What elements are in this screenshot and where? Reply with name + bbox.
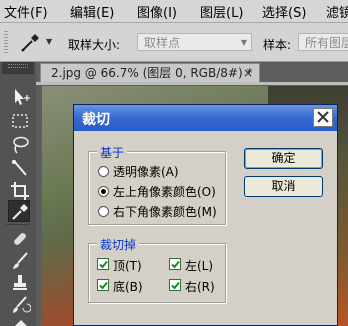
checkbox-top-label[interactable]: 顶(T) xyxy=(113,257,142,274)
dialog-close-button[interactable] xyxy=(313,108,333,127)
toolbox-divider xyxy=(6,224,30,225)
close-icon xyxy=(317,111,329,123)
checkmark-icon xyxy=(99,281,108,290)
menu-filter[interactable]: 滤镜 xyxy=(326,2,348,21)
checkbox-top[interactable] xyxy=(97,258,109,270)
dialog-title: 裁切 xyxy=(82,112,110,128)
checkbox-left[interactable] xyxy=(169,258,181,270)
menu-image[interactable]: 图像(I) xyxy=(137,2,177,21)
trim-away-group: 裁切掉 顶(T) 左(L) 底(B) 右(R) xyxy=(88,236,226,303)
sample-size-value: 取样点 xyxy=(144,36,181,50)
crop-icon xyxy=(11,182,29,200)
eyedropper-icon xyxy=(12,204,28,220)
menu-layer[interactable]: 图层(L) xyxy=(200,2,243,21)
healing-brush-icon xyxy=(14,233,26,245)
document-tab[interactable]: 2.jpg @ 66.7% (图层 0, RGB/8#) * × xyxy=(40,63,260,83)
healing-brush-tool[interactable] xyxy=(9,228,31,250)
clone-stamp-icon xyxy=(13,275,27,290)
checkmark-icon xyxy=(99,260,108,269)
document-tab-close-icon[interactable]: × xyxy=(243,64,253,82)
sample-value: 所有图层 xyxy=(305,36,348,50)
menu-edit[interactable]: 编辑(E) xyxy=(70,2,114,21)
radio-top-left-pixel-color-label[interactable]: 左上角像素颜色(O) xyxy=(113,183,216,200)
chevron-down-icon: ▼ xyxy=(46,37,53,46)
sample-label: 样本: xyxy=(263,38,292,52)
checkmark-icon xyxy=(171,281,180,290)
quick-select-tool[interactable] xyxy=(9,158,31,180)
eraser-tool[interactable] xyxy=(9,314,31,326)
marquee-tool[interactable] xyxy=(9,110,31,132)
cancel-button[interactable]: 取消 xyxy=(244,176,323,197)
menu-select[interactable]: 选择(S) xyxy=(262,2,306,21)
eyedropper-tool[interactable] xyxy=(8,200,30,222)
trim-away-label: 裁切掉 xyxy=(97,236,140,253)
sample-size-label: 取样大小: xyxy=(68,38,121,52)
move-tool[interactable] xyxy=(9,86,31,108)
checkbox-right-label[interactable]: 右(R) xyxy=(185,278,215,295)
toolbox-header[interactable] xyxy=(2,62,34,74)
radio-top-left-pixel-color[interactable] xyxy=(98,186,109,197)
ok-button[interactable]: 确定 xyxy=(244,148,323,169)
checkbox-right[interactable] xyxy=(169,279,181,291)
checkbox-left-label[interactable]: 左(L) xyxy=(185,257,213,274)
chevron-down-icon: ▼ xyxy=(240,38,247,47)
radio-transparent-pixels-label[interactable]: 透明像素(A) xyxy=(113,163,179,180)
history-brush-icon xyxy=(13,296,32,313)
checkmark-icon xyxy=(171,260,180,269)
options-bar: ▼ 取样大小: 取样点 ▼ 样本: 所有图层 xyxy=(0,23,348,62)
eraser-icon xyxy=(15,320,27,326)
radio-bottom-right-pixel-color-label[interactable]: 右下角像素颜色(M) xyxy=(113,203,217,220)
sample-size-select[interactable]: 取样点 ▼ xyxy=(137,33,252,51)
move-icon xyxy=(15,89,30,105)
brush-icon xyxy=(13,252,28,269)
crop-tool[interactable] xyxy=(9,180,31,202)
history-brush-tool[interactable] xyxy=(9,294,32,316)
lasso-icon xyxy=(13,136,29,154)
eyedropper-icon xyxy=(21,34,39,52)
options-bar-grip[interactable] xyxy=(4,31,8,55)
document-tab-title: 2.jpg @ 66.7% (图层 0, RGB/8#) * xyxy=(51,66,253,80)
radio-transparent-pixels[interactable] xyxy=(98,166,109,177)
dialog-title-bar[interactable]: 裁切 xyxy=(74,105,337,131)
based-on-group: 基于 透明像素(A) 左上角像素颜色(O) 右下角像素颜色(M) xyxy=(88,144,226,225)
sample-select[interactable]: 所有图层 xyxy=(298,33,348,51)
based-on-label: 基于 xyxy=(97,144,128,161)
lasso-tool[interactable] xyxy=(9,134,31,156)
menu-file[interactable]: 文件(F) xyxy=(4,2,48,21)
checkbox-bottom-label[interactable]: 底(B) xyxy=(113,278,143,295)
tab-bar-edge xyxy=(36,82,348,85)
marquee-icon xyxy=(12,114,28,128)
radio-bottom-right-pixel-color[interactable] xyxy=(98,206,109,217)
brush-tool[interactable] xyxy=(9,250,31,272)
trim-dialog: 裁切 基于 透明像素(A) 左上角像素颜色(O) 右下角像素颜色(M) 裁切掉 … xyxy=(73,104,338,326)
checkbox-bottom[interactable] xyxy=(97,279,109,291)
quick-select-icon xyxy=(12,160,27,176)
tool-preset-picker[interactable]: ▼ xyxy=(18,31,54,53)
clone-stamp-tool[interactable] xyxy=(9,272,31,294)
menu-bar: 文件(F) 编辑(E) 图像(I) 图层(L) 选择(S) 滤镜 xyxy=(0,0,348,23)
